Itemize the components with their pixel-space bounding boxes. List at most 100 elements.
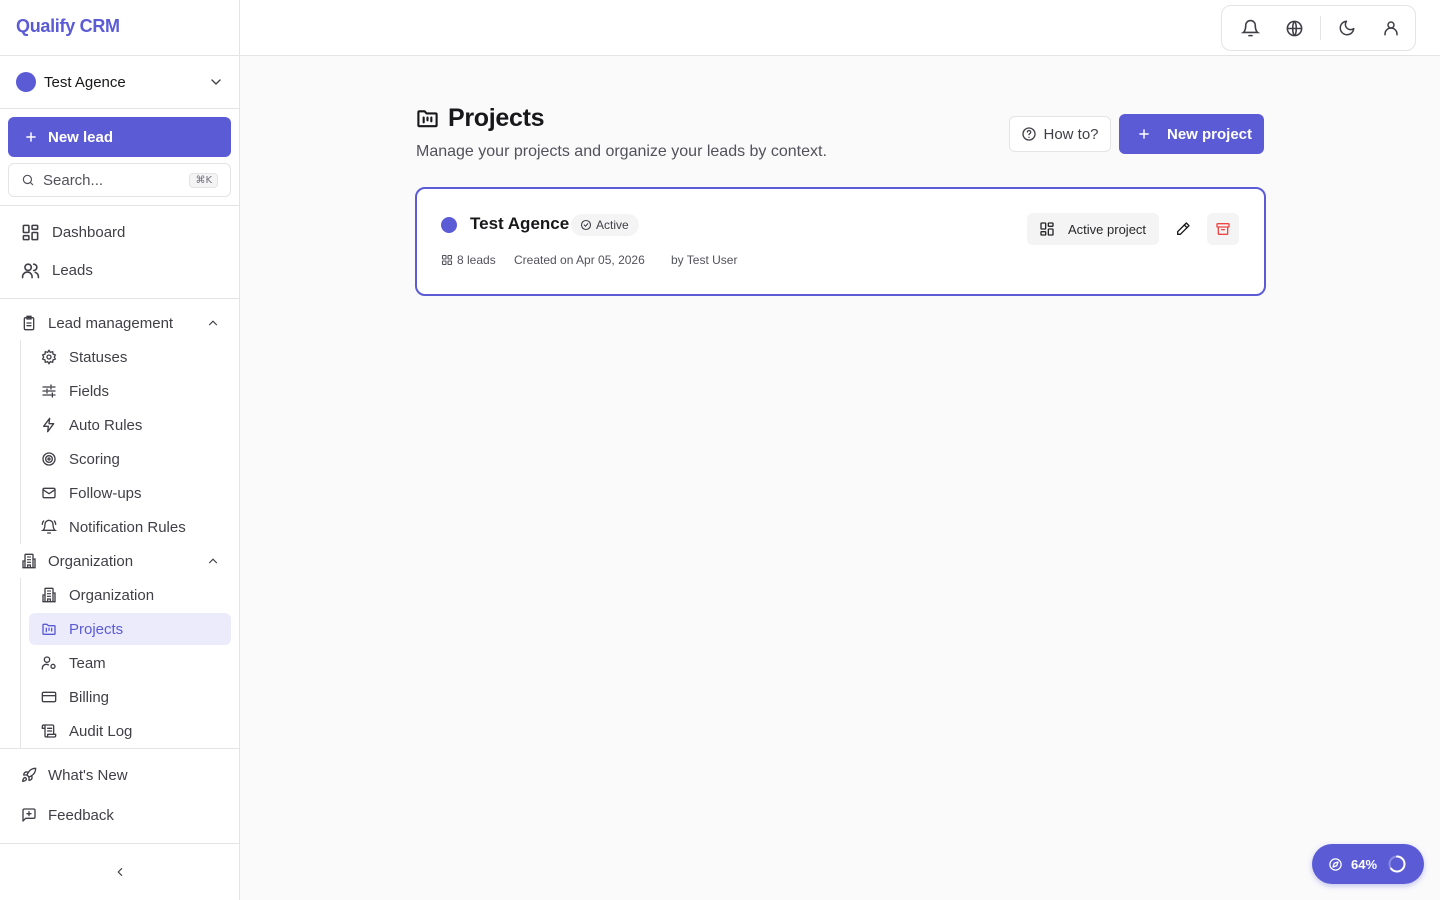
plus-icon bbox=[24, 130, 48, 144]
pencil-icon bbox=[1175, 221, 1191, 237]
page-header: Projects bbox=[416, 104, 545, 133]
sidebar: Qualify CRM Test Agence New lead Search.… bbox=[0, 0, 240, 900]
nav-scoring[interactable]: Scoring bbox=[29, 443, 231, 475]
project-card[interactable]: Test Agence Active 8 leads Created on Ap… bbox=[415, 187, 1266, 296]
folder-kanban-icon bbox=[416, 107, 439, 130]
topbar-divider bbox=[1320, 16, 1321, 40]
org-switcher[interactable]: Test Agence bbox=[8, 64, 232, 100]
nav-audit-log[interactable]: Audit Log bbox=[29, 715, 231, 747]
search-shortcut: ⌘K bbox=[189, 172, 218, 188]
divider bbox=[0, 205, 239, 206]
project-leads-count: 8 leads bbox=[441, 253, 496, 267]
tree-line bbox=[20, 578, 21, 748]
org-switcher-label: Test Agence bbox=[44, 73, 126, 91]
nav-dashboard-label: Dashboard bbox=[52, 223, 126, 241]
nav-projects[interactable]: Projects bbox=[29, 613, 231, 645]
nav-dashboard[interactable]: Dashboard bbox=[20, 216, 125, 248]
nav-feedback-label: Feedback bbox=[48, 806, 114, 824]
check-circle-icon bbox=[580, 219, 596, 231]
nav-notification-rules[interactable]: Notification Rules bbox=[29, 511, 231, 543]
nav-team[interactable]: Team bbox=[29, 647, 231, 679]
dashboard-icon bbox=[1039, 221, 1068, 237]
moon-icon bbox=[1338, 19, 1356, 37]
search-icon bbox=[21, 173, 35, 187]
bell-ring-icon bbox=[40, 519, 58, 535]
divider bbox=[0, 298, 239, 299]
topbar bbox=[240, 0, 1440, 56]
page-title: Projects bbox=[448, 104, 545, 132]
rocket-icon bbox=[20, 767, 38, 783]
nav-whats-new-label: What's New bbox=[48, 766, 128, 784]
nav-whats-new[interactable]: What's New bbox=[8, 759, 232, 791]
notifications-button[interactable] bbox=[1232, 10, 1268, 46]
active-project-button[interactable]: Active project bbox=[1027, 213, 1159, 245]
nav-team-label: Team bbox=[69, 654, 106, 672]
plus-icon bbox=[1137, 127, 1167, 141]
nav-audit-log-label: Audit Log bbox=[69, 722, 133, 740]
how-to-button[interactable]: How to? bbox=[1009, 116, 1111, 152]
nav-auto-rules[interactable]: Auto Rules bbox=[29, 409, 231, 441]
new-project-button[interactable]: New project bbox=[1119, 114, 1264, 154]
nav-leads[interactable]: Leads bbox=[20, 254, 93, 286]
status-badge-label: Active bbox=[596, 218, 629, 232]
edit-project-button[interactable] bbox=[1169, 215, 1197, 243]
new-lead-button[interactable]: New lead bbox=[8, 117, 231, 157]
language-button[interactable] bbox=[1276, 10, 1312, 46]
archive-icon bbox=[1215, 221, 1231, 237]
building-icon bbox=[40, 587, 58, 603]
nav-scoring-label: Scoring bbox=[69, 450, 120, 468]
nav-organization[interactable]: Organization bbox=[29, 579, 231, 611]
users-icon bbox=[20, 261, 40, 280]
section-lead-management[interactable]: Lead management bbox=[8, 307, 232, 339]
folder-kanban-icon bbox=[40, 621, 58, 637]
section-lead-management-label: Lead management bbox=[48, 314, 174, 332]
nav-follow-ups[interactable]: Follow-ups bbox=[29, 477, 231, 509]
chevron-left-icon bbox=[113, 865, 127, 879]
nav-auto-rules-label: Auto Rules bbox=[69, 416, 143, 434]
credit-card-icon bbox=[40, 689, 58, 705]
divider bbox=[0, 843, 239, 844]
user-icon bbox=[1382, 19, 1400, 37]
progress-percent: 64% bbox=[1351, 856, 1378, 872]
bell-icon bbox=[1240, 19, 1260, 38]
page-subtitle: Manage your projects and organize your l… bbox=[416, 143, 827, 160]
app-logo[interactable]: Qualify CRM bbox=[16, 16, 120, 37]
scroll-icon bbox=[40, 723, 58, 739]
grid-icon bbox=[441, 254, 457, 266]
divider bbox=[0, 55, 239, 56]
archive-project-button[interactable] bbox=[1207, 213, 1239, 245]
chevron-down-icon bbox=[208, 74, 224, 90]
section-organization[interactable]: Organization bbox=[8, 545, 232, 577]
dashboard-icon bbox=[20, 223, 40, 242]
compass-icon bbox=[1328, 857, 1343, 872]
mail-icon bbox=[40, 485, 58, 501]
sliders-icon bbox=[40, 383, 58, 399]
project-created-date: Created on Apr 05, 2026 bbox=[514, 253, 645, 267]
user-cog-icon bbox=[40, 655, 58, 671]
collapse-sidebar-button[interactable] bbox=[110, 862, 130, 882]
globe-icon bbox=[1285, 19, 1304, 38]
progress-ring bbox=[1387, 854, 1407, 874]
chevron-up-icon bbox=[206, 316, 220, 330]
clipboard-icon bbox=[20, 315, 38, 331]
how-to-label: How to? bbox=[1043, 125, 1099, 143]
project-color-dot bbox=[441, 217, 457, 233]
nav-follow-ups-label: Follow-ups bbox=[69, 484, 142, 502]
user-menu-button[interactable] bbox=[1373, 10, 1409, 46]
nav-projects-label: Projects bbox=[69, 620, 124, 638]
nav-billing-label: Billing bbox=[69, 688, 110, 706]
nav-billing[interactable]: Billing bbox=[29, 681, 231, 713]
active-project-label: Active project bbox=[1068, 221, 1147, 237]
search-input[interactable]: Search... ⌘K bbox=[8, 163, 231, 197]
nav-fields[interactable]: Fields bbox=[29, 375, 231, 407]
section-organization-label: Organization bbox=[48, 552, 134, 570]
search-placeholder: Search... bbox=[43, 171, 104, 189]
nav-statuses[interactable]: Statuses bbox=[29, 341, 231, 373]
onboarding-progress-button[interactable]: 64% bbox=[1312, 844, 1424, 884]
building-icon bbox=[20, 553, 38, 569]
project-leads-label: 8 leads bbox=[457, 253, 496, 267]
divider bbox=[0, 748, 239, 749]
nav-feedback[interactable]: Feedback bbox=[8, 799, 232, 831]
topbar-actions bbox=[1221, 5, 1416, 51]
theme-toggle-button[interactable] bbox=[1329, 10, 1365, 46]
